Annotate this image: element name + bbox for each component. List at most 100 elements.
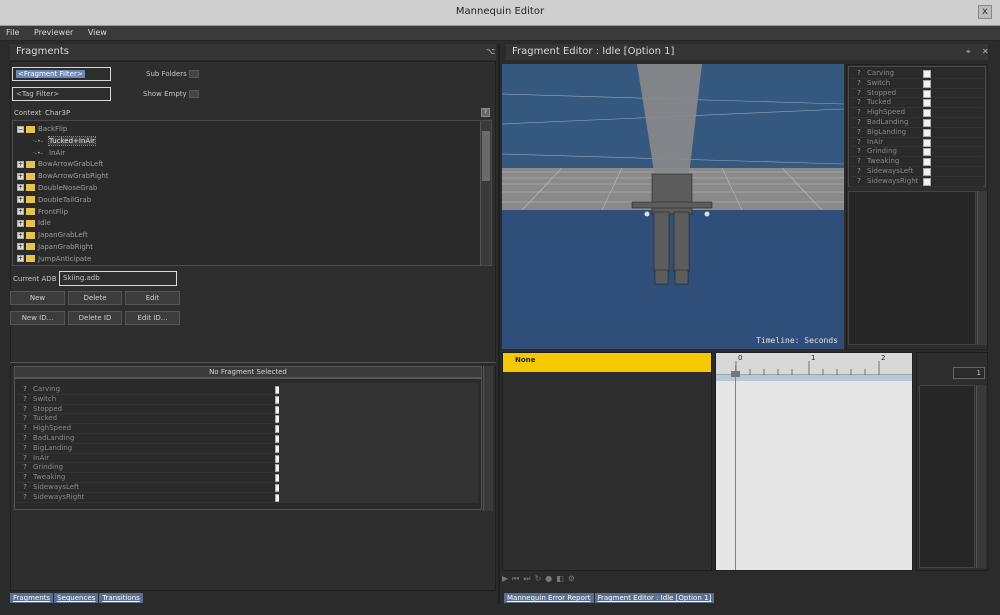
tag-checkbox[interactable] <box>923 109 931 118</box>
fragments-bottom-tabs: Fragments Sequences Transitions <box>10 593 144 603</box>
delete-id-button[interactable]: Delete ID <box>68 311 122 325</box>
edit-id-button[interactable]: Edit ID... <box>125 311 180 325</box>
tag-checkbox[interactable] <box>923 148 931 157</box>
playhead-handle[interactable] <box>731 371 740 377</box>
tag-unknown-icon: ? <box>857 127 861 136</box>
tag-checkbox[interactable] <box>923 79 931 88</box>
menu-file[interactable]: File <box>0 26 25 39</box>
context-value[interactable]: Char3P <box>45 109 70 117</box>
tag-label: Tucked <box>33 414 58 423</box>
tag-checkbox[interactable] <box>923 167 931 176</box>
tag-unknown-icon: ? <box>857 98 861 107</box>
timeline-playhead[interactable] <box>735 365 736 570</box>
expand-icon[interactable]: + <box>17 243 24 251</box>
menu-bar: File Previewer View <box>0 26 1000 41</box>
tab-error-report[interactable]: Mannequin Error Report <box>504 593 594 603</box>
close-button[interactable]: x <box>978 5 992 19</box>
expand-icon[interactable]: + <box>17 219 24 227</box>
expand-icon[interactable]: + <box>17 196 24 204</box>
loop-icon[interactable]: ↻ <box>535 574 546 583</box>
sub-folders-label: Sub Folders <box>146 70 187 78</box>
tab-fragments[interactable]: Fragments <box>10 593 54 603</box>
timeline-ruler[interactable]: 0 1 2 <box>716 353 912 375</box>
track-none[interactable]: None <box>503 353 711 372</box>
tree-item[interactable]: + JapanGrabLeft <box>17 230 491 242</box>
tree-item[interactable]: − BackFlip <box>17 124 491 136</box>
tag-label: SidewaysRight <box>33 492 85 501</box>
timeline-properties-scrollbar[interactable] <box>976 385 986 568</box>
tree-item[interactable]: + BowArrowGrabLeft <box>17 159 491 171</box>
tree-item[interactable]: + DoubleTailGrab <box>17 195 491 207</box>
tag-checkbox[interactable] <box>923 128 931 137</box>
tag-label: Switch <box>867 78 891 87</box>
tab-sequences[interactable]: Sequences <box>54 593 99 603</box>
close-icon-editor[interactable]: ✕ <box>982 47 989 56</box>
tree-item-label: BowArrowGrabRight <box>38 172 109 181</box>
pin-icon-editor[interactable]: ⌖ <box>966 47 971 57</box>
tab-fragment-editor[interactable]: Fragment Editor : Idle [Option 1] <box>594 593 715 603</box>
expand-icon[interactable]: + <box>17 160 24 168</box>
step-forward-icon[interactable]: ⏭ <box>523 574 534 583</box>
tab-transitions[interactable]: Transitions <box>99 593 143 603</box>
record-icon[interactable]: ● <box>545 574 556 583</box>
tag-unknown-icon: ? <box>23 424 27 433</box>
tag-row: ? Tweaking <box>851 157 983 167</box>
collapse-icon[interactable]: − <box>17 125 24 133</box>
expand-icon[interactable]: + <box>17 208 24 216</box>
expand-icon[interactable]: + <box>17 231 24 239</box>
expand-icon[interactable]: + <box>17 255 24 263</box>
help-icon[interactable]: ? <box>481 108 490 117</box>
menu-previewer[interactable]: Previewer <box>28 26 79 39</box>
tree-item[interactable]: + Idle <box>17 218 491 230</box>
tree-item[interactable]: ·-•- InAir <box>17 148 491 160</box>
tree-item-label: Idle <box>38 219 51 228</box>
tag-row: ? Stopped <box>851 89 983 99</box>
delete-button[interactable]: Delete <box>68 291 122 305</box>
pin-icon[interactable]: ⌥ <box>486 47 495 56</box>
tag-checkbox[interactable] <box>923 99 931 108</box>
tag-checkbox[interactable] <box>923 70 931 78</box>
new-id-button[interactable]: New ID... <box>10 311 65 325</box>
tag-checkbox[interactable] <box>923 138 931 147</box>
tag-label: HighSpeed <box>33 424 72 433</box>
tree-scrollbar[interactable] <box>480 121 491 265</box>
sub-folders-checkbox[interactable] <box>189 70 199 78</box>
current-adb-field[interactable]: Skiing.adb <box>59 271 177 286</box>
tag-checkbox[interactable] <box>923 158 931 167</box>
tag-checkbox[interactable] <box>923 118 931 127</box>
settings-icon[interactable]: ⚙ <box>568 574 579 583</box>
tag-checkbox[interactable] <box>923 89 931 98</box>
timeline-range-bar[interactable] <box>716 375 912 381</box>
step-back-icon[interactable]: ⏮ <box>512 574 523 583</box>
tree-item[interactable]: + DoubleNoseGrab <box>17 183 491 195</box>
tag-checkbox[interactable] <box>923 177 931 186</box>
tree-item[interactable]: + JumpAnticipate <box>17 254 491 266</box>
current-adb-label: Current ADB <box>13 275 57 283</box>
tag-unknown-icon: ? <box>857 147 861 156</box>
edit-button[interactable]: Edit <box>125 291 180 305</box>
tree-item[interactable]: ·-•- Tucked+InAir <box>17 135 491 148</box>
fragment-filter-input[interactable]: <Fragment Filter> <box>12 67 111 81</box>
tree-item-label: FrontFlip <box>38 207 69 216</box>
expand-icon[interactable]: + <box>17 184 24 192</box>
tree-item[interactable]: + BowArrowGrabRight <box>17 171 491 183</box>
menu-view[interactable]: View <box>82 26 113 39</box>
new-button[interactable]: New <box>10 291 65 305</box>
expand-icon[interactable]: + <box>17 172 24 180</box>
camera-icon[interactable]: ◧ <box>556 574 568 583</box>
frame-value-field[interactable]: 1 <box>953 367 985 379</box>
play-icon[interactable]: ▶ <box>502 574 512 583</box>
timeline-label: Timeline: Seconds <box>756 336 838 345</box>
tag-filter-input[interactable]: <Tag Filter> <box>12 87 111 101</box>
timeline-area[interactable]: 0 1 2 <box>715 352 913 571</box>
tag-label: Tweaking <box>33 473 66 482</box>
tree-item[interactable]: + FrontFlip <box>17 207 491 219</box>
context-label: Context <box>14 109 42 117</box>
preview-viewport[interactable]: Timeline: Seconds <box>502 64 844 349</box>
tree-item[interactable]: + JapanGrabRight <box>17 242 491 254</box>
main-splitter[interactable] <box>498 44 500 604</box>
show-empty-checkbox[interactable] <box>189 90 199 98</box>
tags-scrollbar[interactable] <box>483 366 493 511</box>
tree-scroll-thumb[interactable] <box>482 131 490 181</box>
right-properties-scrollbar[interactable] <box>977 191 987 345</box>
